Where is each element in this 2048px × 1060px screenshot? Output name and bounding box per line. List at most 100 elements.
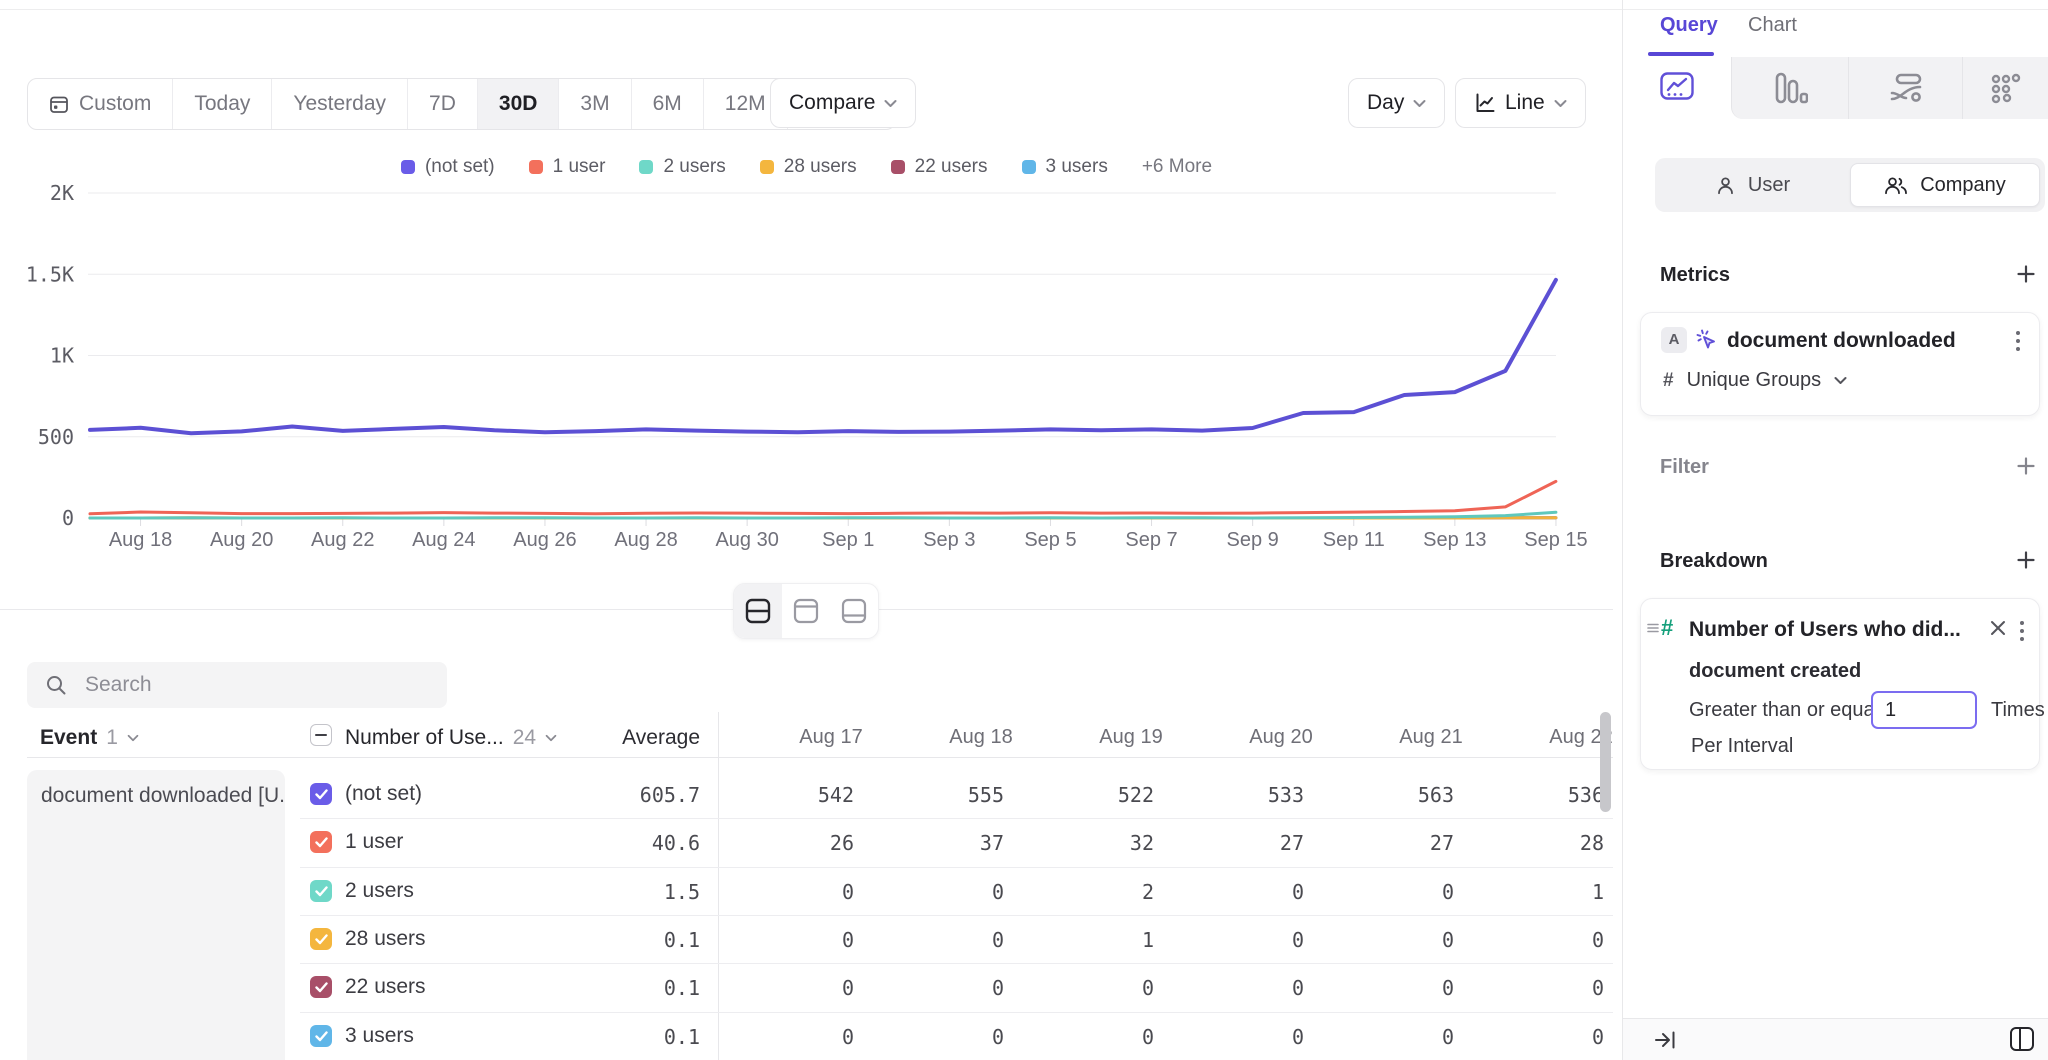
row-average: 605.7 [560,783,700,807]
select-all-checkbox[interactable] [310,724,332,746]
range-button-yesterday[interactable]: Yesterday [272,79,408,129]
chart-type-flow-button[interactable] [1848,57,1962,119]
interval-dropdown[interactable]: Day [1348,78,1445,128]
row-checkbox[interactable] [310,783,332,805]
check-icon [315,1031,328,1042]
svg-text:2K: 2K [50,181,74,205]
row-checkbox[interactable] [310,928,332,950]
event-header-label: Event [40,726,97,750]
kebab-icon [2019,619,2025,643]
table-cell: 0 [756,867,906,915]
row-checkbox[interactable] [310,976,332,998]
chart-type-dropdown[interactable]: Line [1455,78,1586,128]
breakdown-property-name[interactable]: Number of Users who did... [1689,618,1961,642]
chevron-down-icon [1554,99,1567,108]
entity-option-user[interactable]: User [1655,158,1850,212]
check-icon [315,934,328,945]
entity-user-label: User [1748,174,1790,197]
metric-card[interactable]: A document downloaded # Unique Groups [1640,312,2040,416]
kebab-icon [2015,329,2021,353]
date-column-header[interactable]: Aug 22 [1506,712,1613,749]
date-column-header[interactable]: Aug 21 [1356,712,1506,749]
search-input[interactable] [27,662,447,708]
compare-button[interactable]: Compare [770,78,916,128]
table-cell: 542 [756,770,906,818]
range-button-6m[interactable]: 6M [632,79,704,129]
date-column-header[interactable]: Aug 18 [906,712,1056,749]
metric-aggregation[interactable]: # Unique Groups [1663,369,1847,392]
collapse-panel-button[interactable] [1653,1028,1677,1057]
table-row: 22 users0.1 [300,963,720,1011]
series-column-header[interactable]: Number of Use... 24 [345,726,557,750]
metric-event-name[interactable]: document downloaded [1727,329,1956,353]
layout-toggle-group [733,583,879,639]
flow-chart-icon [1888,72,1924,104]
chart-type-bar-button[interactable] [1731,57,1848,119]
close-icon[interactable] [1989,619,2007,642]
range-button-custom[interactable]: Custom [28,79,173,129]
chevron-down-icon [1413,99,1426,108]
chevron-down-icon [545,734,557,742]
add-metric-button[interactable] [2014,262,2038,286]
dates-scroll-area[interactable]: Aug 17Aug 18Aug 19Aug 20Aug 21Aug 22 542… [719,712,1613,1060]
range-button-3m[interactable]: 3M [559,79,631,129]
table-cell: 0 [1206,1012,1356,1060]
table-only-view-button[interactable] [830,584,878,638]
svg-text:Sep 11: Sep 11 [1323,529,1385,551]
active-tab-underline [1648,52,1714,56]
drag-handle-icon[interactable] [1646,621,1660,640]
row-checkbox[interactable] [310,831,332,853]
chart-type-line-button[interactable] [1623,57,1731,119]
tab-query[interactable]: Query [1660,14,1718,37]
dates-inner: Aug 17Aug 18Aug 19Aug 20Aug 21Aug 22 542… [756,712,1613,1060]
event-name-cell[interactable]: document downloaded [U... [27,770,285,1060]
svg-text:Sep 3: Sep 3 [923,529,975,551]
chart-svg[interactable]: 05001K1.5K2KAug 18Aug 20Aug 22Aug 24Aug … [0,140,1613,560]
date-header-row: Aug 17Aug 18Aug 19Aug 20Aug 21Aug 22 [756,712,1613,749]
metric-menu-button[interactable] [2015,329,2021,358]
table-cell: 563 [1356,770,1506,818]
average-column-header[interactable]: Average [560,726,700,750]
breakdown-condition-label[interactable]: Greater than or equal to [1689,699,1901,722]
chart-only-view-button[interactable] [782,584,830,638]
table-cell: 27 [1206,818,1356,866]
vertical-scrollbar[interactable] [1600,712,1611,812]
breakdown-value-input[interactable] [1871,691,1977,729]
table-cell: 0 [1506,915,1613,963]
table-cell: 0 [1506,1012,1613,1060]
range-button-today[interactable]: Today [173,79,272,129]
add-filter-button[interactable] [2014,454,2038,478]
date-column-header[interactable]: Aug 20 [1206,712,1356,749]
table-cell: 0 [906,963,1056,1011]
svg-text:Sep 13: Sep 13 [1423,529,1486,551]
breakdown-card[interactable]: # Number of Users who did... document cr… [1640,598,2040,770]
breakdown-event-name[interactable]: document created [1689,660,1861,683]
compare-label: Compare [789,91,875,115]
calendar-icon [49,94,69,114]
tab-chart[interactable]: Chart [1748,14,1797,37]
row-checkbox[interactable] [310,880,332,902]
date-column-header[interactable]: Aug 19 [1056,712,1206,749]
range-button-30d[interactable]: 30D [478,79,560,129]
add-breakdown-button[interactable] [2014,548,2038,572]
filter-title: Filter [1660,456,1709,479]
breakdown-menu-button[interactable] [2019,619,2025,648]
chart-type-more-button[interactable] [1962,57,2048,119]
check-icon [315,837,328,848]
table-row: 28 users0.1 [300,915,720,963]
event-column-header[interactable]: Event 1 [40,726,139,750]
entity-option-company[interactable]: Company [1850,163,2040,207]
table-value-row: 000000 [756,1012,1613,1060]
split-view-button[interactable] [734,584,782,638]
table-cell: 37 [906,818,1056,866]
row-checkbox[interactable] [310,1025,332,1047]
toggle-sidebar-button[interactable] [2008,1025,2036,1058]
range-button-7d[interactable]: 7D [408,79,478,129]
metrics-title: Metrics [1660,264,1730,287]
breakdown-interval-label[interactable]: Per Interval [1691,735,1793,758]
plus-icon [2016,456,2036,476]
date-column-header[interactable]: Aug 17 [756,712,906,749]
interval-label: Day [1367,91,1404,115]
table-cell: 522 [1056,770,1206,818]
chart-only-view-icon [792,597,820,625]
